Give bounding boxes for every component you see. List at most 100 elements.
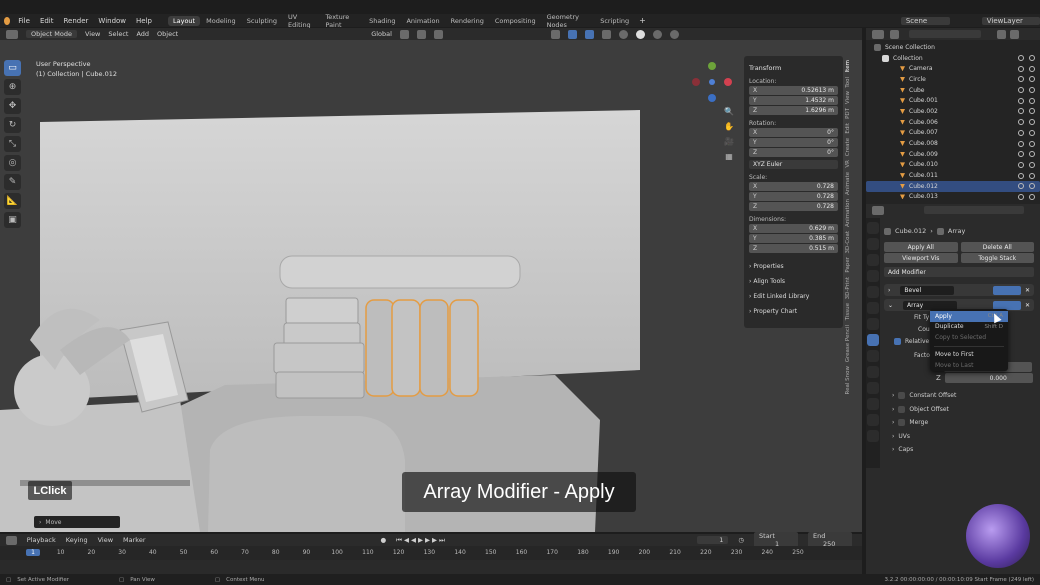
menu-file[interactable]: File <box>18 17 30 25</box>
cursor-tool-icon[interactable]: ⊕ <box>4 79 21 95</box>
rendered-shading-icon[interactable] <box>669 29 679 39</box>
menu-render[interactable]: Render <box>64 17 89 25</box>
ntab-3dprint[interactable]: 3D-Print <box>845 277 851 299</box>
workspace-tab-geometry-nodes[interactable]: Geometry Nodes <box>542 12 595 30</box>
keying-menu[interactable]: Keying <box>66 536 88 544</box>
workspace-tab-rendering[interactable]: Rendering <box>446 16 489 26</box>
modifier-name-field[interactable]: Bevel <box>900 285 955 295</box>
display-mode-icon[interactable] <box>890 29 899 39</box>
outliner-item[interactable]: Cube <box>866 85 1040 96</box>
proportional-edit-icon[interactable] <box>433 29 443 39</box>
scale-x-field[interactable]: X 0.728 <box>749 182 838 191</box>
particles-tab-icon[interactable] <box>867 350 879 362</box>
orientation-selector[interactable]: Global <box>371 30 392 38</box>
timeline-ruler[interactable]: 1 10 20 30 40 50 60 70 80 90 100 110 120 130 140 150 160… <box>0 546 862 560</box>
editor-type-icon[interactable] <box>6 29 18 39</box>
caps-panel[interactable]: › Caps <box>884 443 1034 457</box>
row-visibility-icons[interactable] <box>1013 183 1035 190</box>
merge-panel[interactable]: › Merge <box>884 416 1034 430</box>
row-visibility-icons[interactable] <box>1013 97 1035 104</box>
workspace-tab-modeling[interactable]: Modeling <box>201 16 241 26</box>
add-modifier-button[interactable]: Add Modifier <box>884 267 1034 277</box>
world-tab-icon[interactable] <box>867 302 879 314</box>
row-visibility-icons[interactable] <box>1013 151 1035 158</box>
selected-books[interactable] <box>365 299 479 397</box>
toggle-stack-button[interactable]: Toggle Stack <box>960 253 1034 263</box>
row-visibility-icons[interactable] <box>1013 119 1035 126</box>
modifier-bevel-header[interactable]: › Bevel ✕ <box>884 284 1034 296</box>
relative-checkbox[interactable] <box>894 337 901 345</box>
overlay-icon[interactable] <box>584 29 594 39</box>
ntab-animate[interactable]: Animate <box>845 172 851 195</box>
visibility-icon[interactable] <box>550 29 560 39</box>
zoom-icon[interactable]: 🔍 <box>723 105 735 117</box>
transform-panel-title[interactable]: Transform <box>749 64 838 72</box>
menu-window[interactable]: Window <box>98 17 126 25</box>
new-collection-icon[interactable] <box>1010 29 1019 39</box>
filter-icon[interactable] <box>997 29 1006 39</box>
object-offset-panel[interactable]: › Object Offset <box>884 403 1034 417</box>
dimension-y-field[interactable]: Y 0.385 m <box>749 234 838 243</box>
outliner-item[interactable]: Cube.013 <box>866 192 1040 203</box>
dimension-x-field[interactable]: X 0.629 m <box>749 224 838 233</box>
timeline-body[interactable] <box>0 560 862 574</box>
ntab-create[interactable]: Create <box>845 138 851 156</box>
property-chart-section[interactable]: › Property Chart <box>749 308 838 315</box>
ntab-paper[interactable]: Paper <box>845 257 851 273</box>
close-icon[interactable]: ✕ <box>1025 287 1030 294</box>
outliner-item[interactable]: Cube.006 <box>866 117 1040 128</box>
workspace-tab-scripting[interactable]: Scripting <box>595 16 634 26</box>
material-tab-icon[interactable] <box>867 414 879 426</box>
outliner-item[interactable]: Cube.008 <box>866 138 1040 149</box>
ntab-real-snow[interactable]: Real Snow <box>845 366 851 394</box>
ntab-tool[interactable]: Tool <box>845 77 851 88</box>
texture-tab-icon[interactable] <box>867 430 879 442</box>
panel-checkbox[interactable] <box>898 405 906 413</box>
workspace-tab-layout[interactable]: Layout <box>168 15 201 26</box>
tool-tab-icon[interactable] <box>867 222 879 234</box>
add-workspace-icon[interactable]: + <box>639 16 646 25</box>
location-z-field[interactable]: Z 1.6296 m <box>749 106 838 115</box>
object-tab-icon[interactable] <box>867 318 879 330</box>
outliner-item[interactable]: Circle <box>866 74 1040 85</box>
snap-icon[interactable] <box>416 29 426 39</box>
outliner-item[interactable]: Cube.010 <box>866 160 1040 171</box>
scene-tab-icon[interactable] <box>867 286 879 298</box>
align-tools-section[interactable]: › Align Tools <box>749 278 838 285</box>
marker-menu[interactable]: Marker <box>123 536 145 544</box>
location-y-field[interactable]: Y 1.4532 m <box>749 96 838 105</box>
outliner-item[interactable]: Cube.011 <box>866 170 1040 181</box>
add-menu[interactable]: Add <box>136 30 149 38</box>
outliner-item[interactable]: Cube.012 <box>866 180 1040 192</box>
workspace-tab-shading[interactable]: Shading <box>364 16 400 26</box>
output-tab-icon[interactable] <box>867 254 879 266</box>
menu-item-move-to-first[interactable]: Move to First <box>930 350 1008 361</box>
scale-y-field[interactable]: Y 0.728 <box>749 192 838 201</box>
properties-section[interactable]: › Properties <box>749 263 838 270</box>
location-x-field[interactable]: X 0.52613 m <box>749 86 838 95</box>
add-cube-tool-icon[interactable]: ▣ <box>4 212 21 228</box>
menu-edit[interactable]: Edit <box>40 17 54 25</box>
rotation-y-field[interactable]: Y 0° <box>749 138 838 147</box>
mode-selector[interactable]: Object Mode <box>26 30 77 38</box>
object-menu[interactable]: Object <box>157 30 178 38</box>
current-frame-field[interactable]: 1 <box>696 536 729 544</box>
row-visibility-icons[interactable] <box>1013 55 1035 62</box>
ntab-pdt[interactable]: PDT <box>845 108 851 119</box>
camera-view-icon[interactable]: 🎥 <box>723 135 735 147</box>
playback-menu[interactable]: Playback <box>27 536 56 544</box>
workspace-tab-sculpting[interactable]: Sculpting <box>242 16 282 26</box>
row-visibility-icons[interactable] <box>1013 76 1035 83</box>
row-visibility-icons[interactable] <box>1013 65 1035 72</box>
outliner-item[interactable]: Cube.001 <box>866 95 1040 106</box>
delete-all-button[interactable]: Delete All <box>960 242 1034 252</box>
scale-z-field[interactable]: Z 0.728 <box>749 202 838 211</box>
outliner-search-input[interactable] <box>909 30 981 38</box>
apply-all-button[interactable]: Apply All <box>884 242 958 252</box>
blender-logo-icon[interactable] <box>4 16 11 25</box>
scene-collection-row[interactable]: Scene Collection <box>866 42 1040 53</box>
view-menu[interactable]: View <box>85 30 100 38</box>
edit-linked-library-section[interactable]: › Edit Linked Library <box>749 293 838 300</box>
row-visibility-icons[interactable] <box>1013 129 1035 136</box>
ntab-grease-pencil[interactable]: Grease Pencil <box>845 325 851 362</box>
